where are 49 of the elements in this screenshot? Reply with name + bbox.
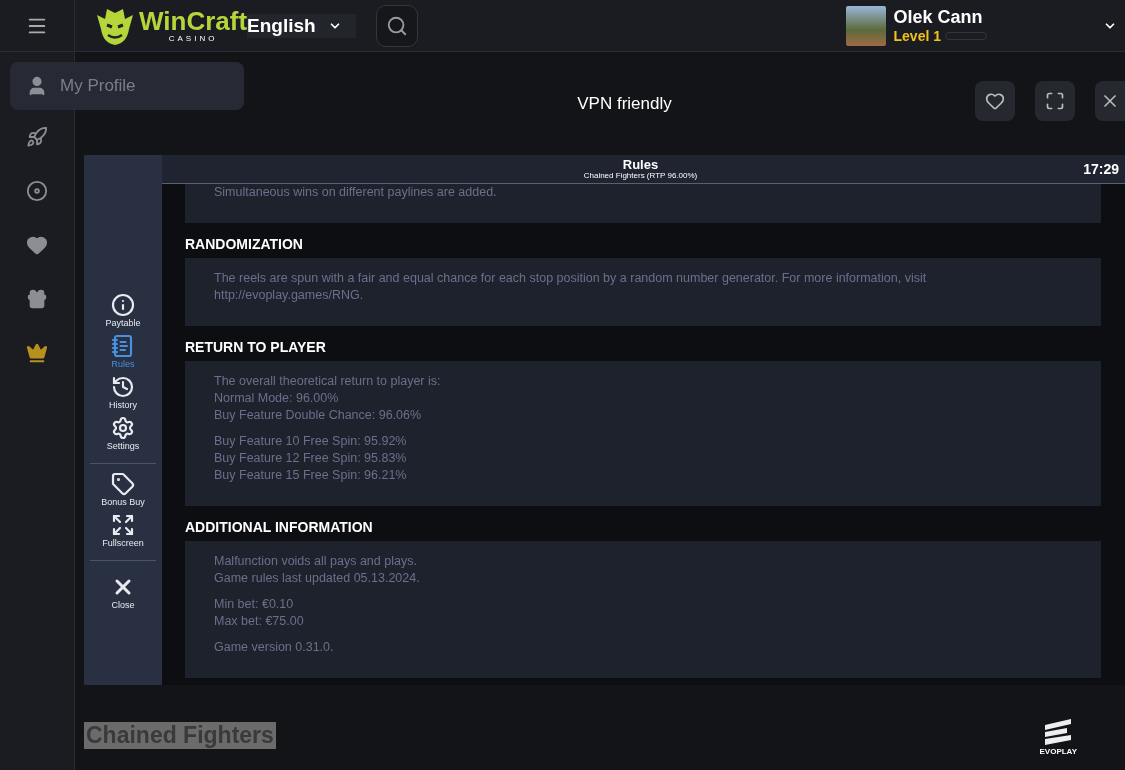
search-icon bbox=[385, 14, 408, 37]
clock-icon bbox=[111, 375, 135, 399]
game-menu-item[interactable]: Rules bbox=[111, 334, 135, 369]
user-name: Olek Cann bbox=[893, 7, 984, 28]
rules-text: Simultaneous wins on different paylines are added. bbox=[214, 184, 498, 201]
game-menu-item[interactable]: Bonus Buy bbox=[101, 472, 145, 507]
section-title: RANDOMIZATION bbox=[185, 235, 304, 254]
game-menu-item[interactable]: Settings bbox=[106, 416, 140, 451]
gift-icon[interactable] bbox=[26, 288, 48, 310]
rocket-icon[interactable] bbox=[26, 126, 48, 148]
logo-name: WinCraft bbox=[139, 8, 248, 34]
close-button[interactable] bbox=[1095, 81, 1125, 121]
section-title: RETURN TO PLAYER bbox=[185, 338, 327, 357]
level-label: Level 1 bbox=[893, 28, 941, 44]
settings-icon bbox=[111, 416, 135, 440]
heart-icon bbox=[985, 91, 1005, 111]
rules-text: Min bet: €0.10 Max bet: €75.00 bbox=[214, 596, 305, 630]
game-menu-item[interactable]: Paytable bbox=[105, 293, 141, 328]
provider-logo-icon bbox=[1043, 719, 1074, 745]
favorite-button[interactable] bbox=[975, 81, 1015, 121]
section-title: ADDITIONAL INFORMATION bbox=[185, 518, 374, 537]
fullscreen-icon bbox=[1045, 91, 1065, 111]
heart-icon[interactable] bbox=[26, 234, 48, 256]
logo-subtitle: CASINO bbox=[168, 35, 218, 43]
provider-name: EVOPLAY bbox=[1039, 747, 1077, 756]
expand-icon bbox=[111, 513, 135, 537]
rules-text: The overall theoretical return to player is: Normal Mode: 96.00% Buy Feature Double Chance: 96.06% bbox=[214, 373, 442, 424]
profile-tooltip[interactable]: My Profile bbox=[10, 62, 244, 110]
game-tagline: VPN friendly bbox=[577, 93, 672, 114]
crown-icon[interactable] bbox=[26, 342, 48, 364]
rules-text: Buy Feature 10 Free Spin: 95.92% Buy Feature 12 Free Spin: 95.83% Buy Feature 15 Free Spin: 96.21% bbox=[214, 433, 408, 484]
fullscreen-button[interactable] bbox=[1035, 81, 1075, 121]
clock-time: 17:29 bbox=[1083, 161, 1119, 177]
rules-text: Malfunction voids all pays and plays. Game rules last updated 05.13.2024. bbox=[214, 553, 421, 587]
tooltip-label: My Profile bbox=[60, 76, 136, 96]
game-menu-item[interactable]: History bbox=[109, 375, 137, 410]
game-menu-item[interactable]: Close bbox=[111, 575, 135, 610]
chip-icon[interactable] bbox=[26, 180, 48, 202]
language-select[interactable]: English bbox=[247, 13, 356, 38]
notebook-icon bbox=[111, 334, 135, 358]
rules-text: Game version 0.31.0. bbox=[214, 639, 335, 656]
rules-text: The reels are spun with a fair and equal chance for each stop position by a random number generator. For more information, visit http://evoplay.games/RNG. bbox=[214, 270, 928, 304]
avatar-photo-placeholder[interactable] bbox=[845, 5, 886, 46]
rules-subtitle: Chained Fighters (RTP 96.00%) bbox=[583, 171, 698, 180]
rules-title: Rules bbox=[622, 158, 659, 172]
search-button[interactable] bbox=[375, 4, 418, 47]
info-icon bbox=[111, 293, 135, 317]
game-menu-item[interactable]: Fullscreen bbox=[102, 513, 144, 548]
tag-icon bbox=[111, 472, 135, 496]
